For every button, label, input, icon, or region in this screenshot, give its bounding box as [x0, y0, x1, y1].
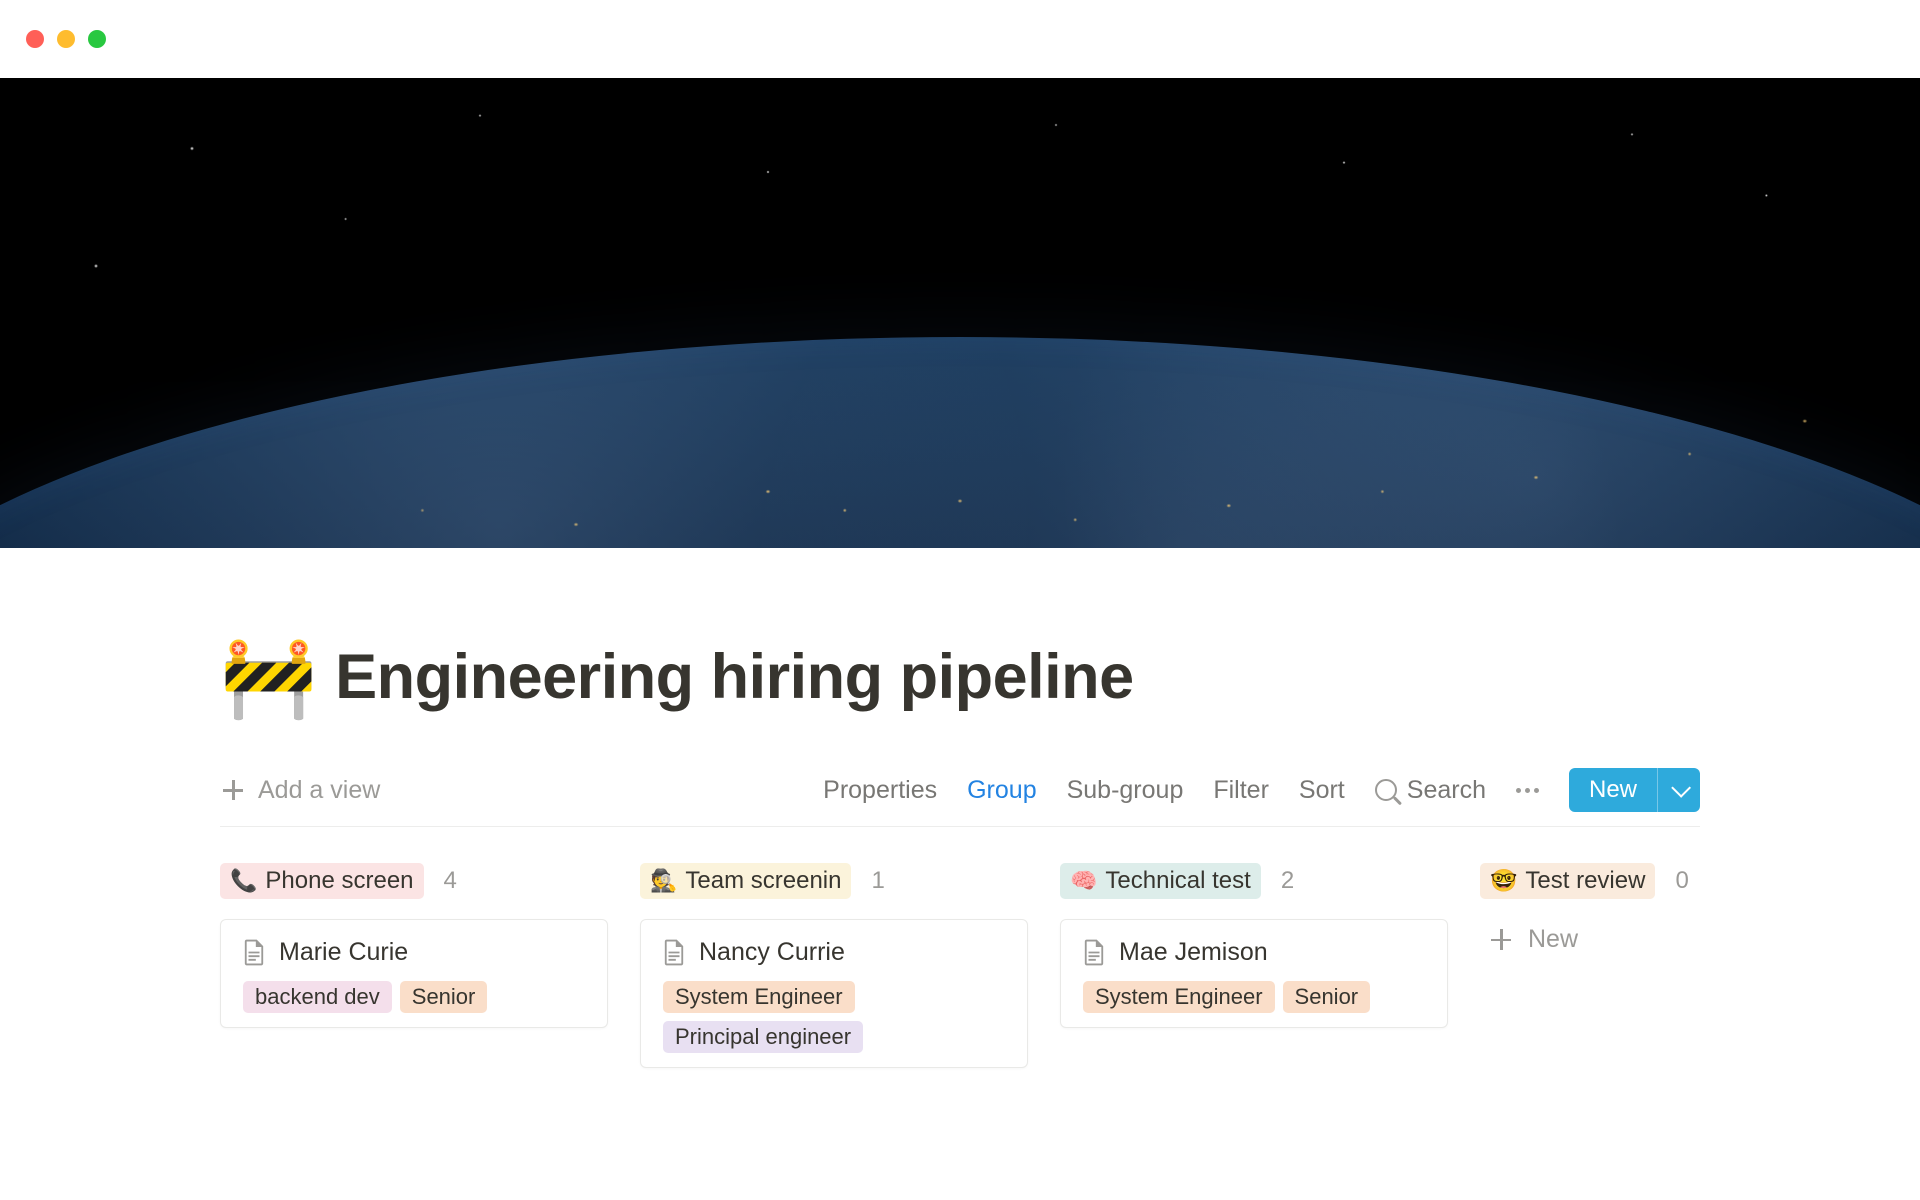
column-count: 1: [871, 867, 884, 895]
search-button[interactable]: Search: [1375, 776, 1486, 805]
card-title-row: Mae Jemison: [1083, 938, 1425, 967]
properties-button[interactable]: Properties: [823, 776, 937, 805]
column-header[interactable]: 🧠 Technical test 2: [1060, 863, 1448, 899]
board-card[interactable]: Marie Curie backend devSenior: [220, 919, 608, 1028]
board-card[interactable]: Mae Jemison System EngineerSenior: [1060, 919, 1448, 1028]
chip: Senior: [400, 981, 488, 1013]
card-chips: System Engineer Principal engineer: [663, 981, 1005, 1053]
column-emoji-icon: 🧠: [1070, 868, 1097, 894]
plus-icon: [220, 777, 246, 803]
kanban-board: 📞Phone screen4Marie Curiebackend devSeni…: [220, 863, 1700, 1068]
column-label: Phone screen: [265, 867, 413, 895]
chip: System Engineer: [663, 981, 855, 1013]
card-title-row: Nancy Currie: [663, 938, 1005, 967]
page-icon: [243, 939, 265, 966]
page-icon: [663, 939, 685, 966]
card-title: Marie Curie: [279, 938, 408, 967]
more-options-button[interactable]: [1516, 788, 1539, 793]
page-emoji-icon[interactable]: 🚧: [220, 638, 317, 716]
column-emoji-icon: 🕵️: [650, 868, 677, 894]
close-window-button[interactable]: [26, 30, 44, 48]
column-emoji-icon: 📞: [230, 868, 257, 894]
chip: Principal engineer: [663, 1021, 863, 1053]
board-column: 📞 Phone screen 4 Marie Curie backend devSeni…: [220, 863, 608, 1028]
column-label: Test review: [1525, 867, 1645, 895]
new-button-group: New: [1569, 768, 1700, 812]
column-count: 0: [1675, 867, 1688, 895]
page-icon: [1083, 939, 1105, 966]
new-dropdown-button[interactable]: [1657, 768, 1700, 812]
minimize-window-button[interactable]: [57, 30, 75, 48]
column-header[interactable]: 🤓 Test review 0: [1480, 863, 1868, 899]
column-tag[interactable]: 🧠 Technical test: [1060, 863, 1261, 899]
card-title: Nancy Currie: [699, 938, 845, 967]
card-title: Mae Jemison: [1119, 938, 1268, 967]
column-count: 2: [1281, 867, 1294, 895]
column-label: Technical test: [1105, 867, 1250, 895]
page-cover[interactable]: [0, 78, 1920, 548]
board-column: 🧠 Technical test 2 Mae Jemison System Engine…: [1060, 863, 1448, 1028]
new-card-button[interactable]: New: [1480, 919, 1868, 960]
page-header: 🚧 Engineering hiring pipeline: [220, 548, 1700, 716]
chip: Senior: [1283, 981, 1371, 1013]
group-button[interactable]: Group: [967, 776, 1036, 805]
board-column: 🕵️ Team screenin 1 Nancy Currie System Engin…: [640, 863, 1028, 1068]
column-label: Team screenin: [685, 867, 841, 895]
column-header[interactable]: 📞 Phone screen 4: [220, 863, 608, 899]
new-button[interactable]: New: [1569, 768, 1657, 812]
column-header[interactable]: 🕵️ Team screenin 1: [640, 863, 1028, 899]
column-emoji-icon: 🤓: [1490, 868, 1517, 894]
board-column: 🤓 Test review 0 New: [1480, 863, 1868, 960]
add-view-label: Add a view: [258, 776, 380, 805]
column-count: 4: [444, 867, 457, 895]
plus-icon: [1488, 927, 1514, 953]
chevron-down-icon: [1671, 778, 1691, 798]
chip: backend dev: [243, 981, 392, 1013]
board-card[interactable]: Nancy Currie System Engineer Principal eng…: [640, 919, 1028, 1068]
new-card-label: New: [1528, 925, 1578, 954]
column-tag[interactable]: 🤓 Test review: [1480, 863, 1655, 899]
filter-button[interactable]: Filter: [1213, 776, 1269, 805]
page-title[interactable]: Engineering hiring pipeline: [335, 641, 1134, 713]
sort-button[interactable]: Sort: [1299, 776, 1345, 805]
sub-group-button[interactable]: Sub-group: [1067, 776, 1184, 805]
maximize-window-button[interactable]: [88, 30, 106, 48]
card-chips: backend devSenior: [243, 981, 585, 1013]
database-toolbar: Add a view Properties Group Sub-group Fi…: [220, 768, 1700, 827]
search-label: Search: [1407, 776, 1486, 805]
search-icon: [1375, 779, 1397, 801]
column-tag[interactable]: 🕵️ Team screenin: [640, 863, 851, 899]
card-title-row: Marie Curie: [243, 938, 585, 967]
window-titlebar: [0, 0, 1920, 78]
chip: System Engineer: [1083, 981, 1275, 1013]
add-view-button[interactable]: Add a view: [220, 776, 380, 805]
card-chips: System EngineerSenior: [1083, 981, 1425, 1013]
column-tag[interactable]: 📞 Phone screen: [220, 863, 424, 899]
